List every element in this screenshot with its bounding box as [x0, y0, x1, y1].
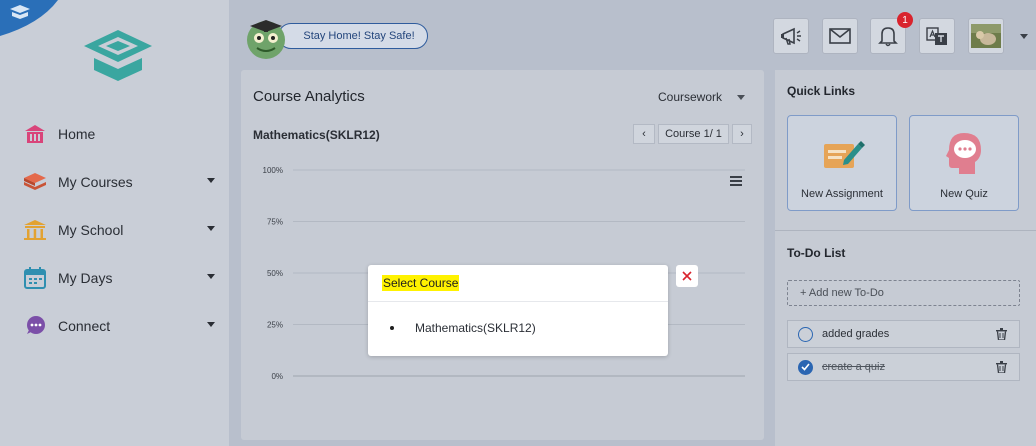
corner-logo-icon[interactable]: [0, 0, 58, 36]
chevron-down-icon[interactable]: [207, 226, 215, 231]
tile-label: New Assignment: [801, 188, 883, 200]
sidebar-item-label: My Courses: [58, 174, 133, 190]
course-pager-label: Course 1/ 1: [658, 124, 729, 144]
prev-course-button[interactable]: ‹: [633, 124, 655, 144]
sidebar-item-home[interactable]: Home: [0, 110, 229, 158]
trash-icon[interactable]: [996, 328, 1007, 340]
mail-icon: [829, 28, 851, 44]
todo-item: added grades: [787, 320, 1020, 348]
sidebar-item-my-days[interactable]: My Days: [0, 254, 229, 302]
trash-icon[interactable]: [996, 361, 1007, 373]
next-course-button[interactable]: ›: [732, 124, 752, 144]
modal-header: Select Course: [368, 265, 668, 302]
y-tick-label: 50%: [267, 269, 283, 278]
sidebar-item-my-courses[interactable]: My Courses: [0, 158, 229, 206]
y-tick-label: 100%: [263, 166, 283, 175]
translate-icon: [926, 27, 947, 45]
add-todo-button[interactable]: + Add new To-Do: [787, 280, 1020, 306]
sidebar-item-label: My Days: [58, 270, 113, 286]
subject-label: Mathematics(SKLR12): [253, 128, 380, 142]
chevron-down-icon[interactable]: [207, 274, 215, 279]
todo-title: To-Do List: [787, 246, 846, 260]
new-assignment-tile[interactable]: New Assignment: [787, 115, 897, 211]
new-quiz-tile[interactable]: New Quiz: [909, 115, 1019, 211]
close-modal-button[interactable]: [676, 265, 698, 287]
modal-title: Select Course: [382, 275, 460, 291]
chat-icon: [22, 313, 48, 339]
divider: [775, 230, 1036, 231]
chevron-down-icon[interactable]: [207, 178, 215, 183]
notification-count-badge: 1: [897, 12, 913, 28]
bullet-icon: [390, 326, 394, 330]
home-icon: [22, 121, 48, 147]
card-title: Course Analytics: [253, 88, 365, 105]
chevron-down-icon[interactable]: [1020, 34, 1028, 39]
tile-label: New Quiz: [940, 188, 988, 200]
top-header: Stay Home! Stay Safe! 1: [236, 6, 1036, 62]
banner-pill[interactable]: Stay Home! Stay Safe!: [278, 23, 428, 49]
course-option-label: Mathematics(SKLR12): [415, 321, 536, 335]
todo-item: create a quiz: [787, 353, 1020, 381]
close-icon: [682, 271, 692, 281]
chevron-down-icon[interactable]: [737, 95, 745, 100]
sidebar: Home My Courses My School My Days Connec…: [0, 0, 229, 446]
todo-label: create a quiz: [822, 361, 885, 373]
sidebar-nav: Home My Courses My School My Days Connec…: [0, 110, 229, 350]
school-icon: [22, 217, 48, 243]
assignment-pen-icon: [824, 141, 865, 168]
sidebar-item-connect[interactable]: Connect: [0, 302, 229, 350]
messages-button[interactable]: [822, 18, 858, 54]
chevron-right-icon: ›: [740, 128, 744, 140]
coursework-dropdown[interactable]: Coursework: [658, 90, 722, 104]
profile-photo-icon: [971, 24, 1001, 48]
right-panel: Quick Links New Assignment New Quiz To-D…: [775, 70, 1036, 446]
school-logo-icon: [84, 30, 152, 81]
y-tick-label: 25%: [267, 321, 283, 330]
bell-icon: [878, 27, 898, 47]
books-icon: [22, 169, 48, 195]
announcements-button[interactable]: [773, 18, 809, 54]
todo-label: added grades: [822, 328, 890, 340]
quick-links-title: Quick Links: [787, 84, 856, 98]
sidebar-item-my-school[interactable]: My School: [0, 206, 229, 254]
calendar-icon: [22, 265, 48, 291]
translate-button[interactable]: [919, 18, 955, 54]
checkmark-icon: [801, 363, 810, 371]
todo-checkbox[interactable]: [798, 326, 813, 342]
profile-avatar-button[interactable]: [968, 18, 1004, 54]
megaphone-icon: [781, 27, 801, 45]
quiz-head-icon: [946, 133, 981, 174]
course-analytics-card: Course Analytics Coursework Mathematics(…: [241, 70, 764, 440]
chevron-down-icon[interactable]: [207, 322, 215, 327]
chevron-left-icon: ‹: [642, 128, 646, 140]
sidebar-item-label: Home: [58, 126, 96, 142]
mascot-avatar-icon: [247, 20, 285, 59]
sidebar-item-label: Connect: [58, 318, 111, 334]
y-tick-label: 75%: [267, 218, 283, 227]
todo-checkbox-checked[interactable]: [798, 359, 813, 375]
sidebar-item-label: My School: [58, 222, 124, 238]
y-tick-label: 0%: [271, 372, 283, 381]
course-option[interactable]: Mathematics(SKLR12): [368, 302, 668, 335]
select-course-modal: Select Course Mathematics(SKLR12): [368, 265, 668, 356]
chart-menu-icon[interactable]: [730, 176, 742, 186]
notifications-button[interactable]: 1: [870, 12, 913, 54]
